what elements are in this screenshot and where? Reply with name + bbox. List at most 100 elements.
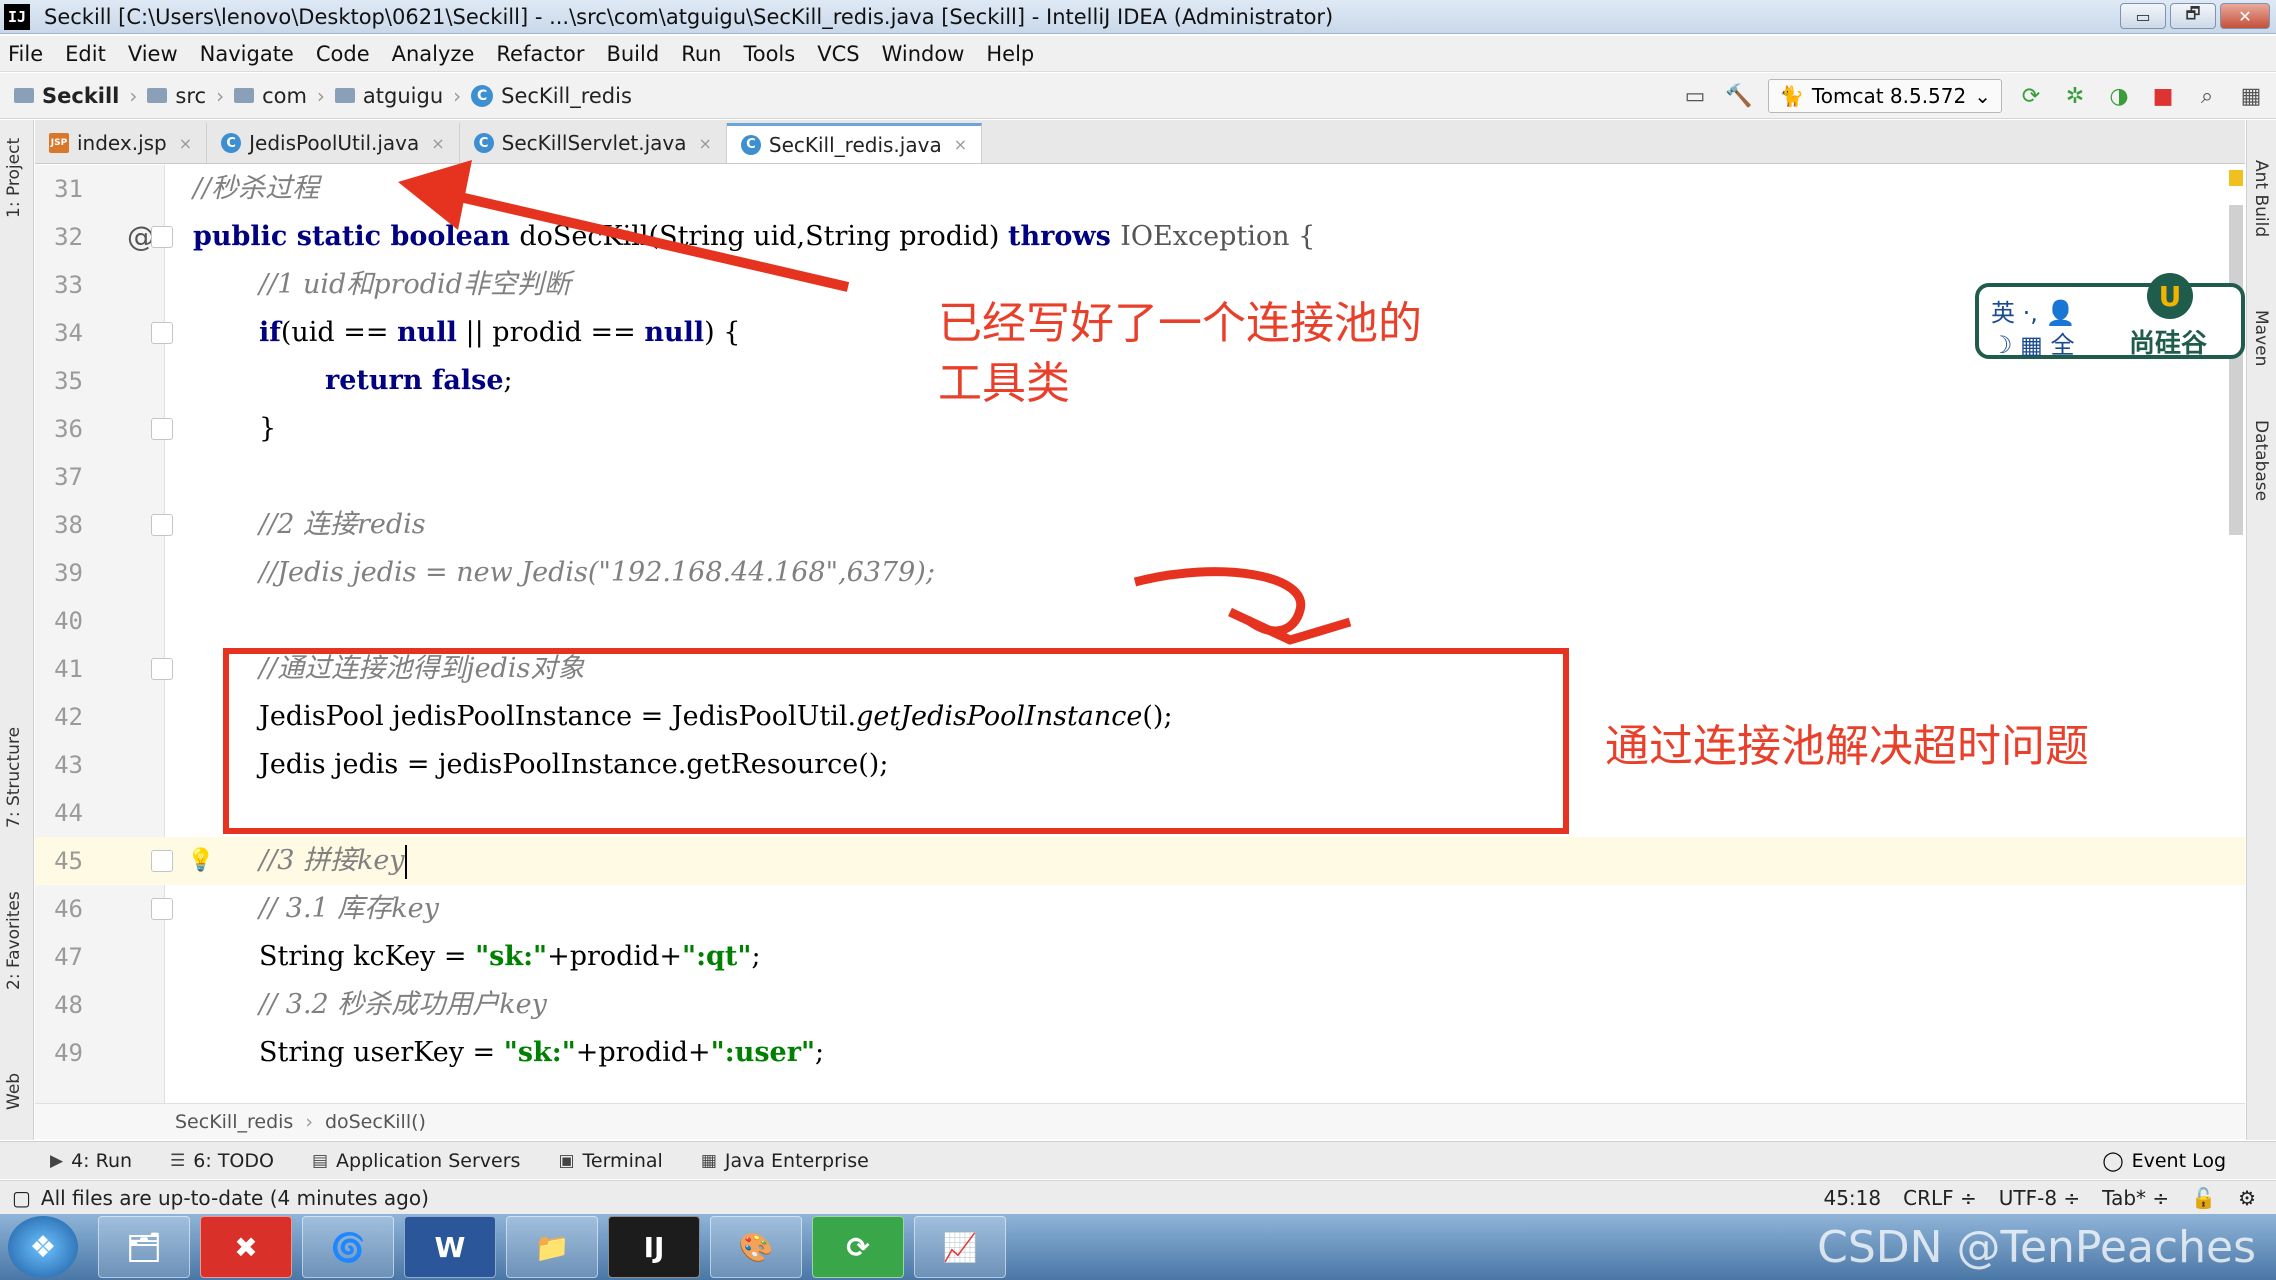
code-text: //Jedis jedis = new Jedis("192.168.44.16… [259,557,935,588]
menu-code[interactable]: Code [316,42,370,66]
tool-run[interactable]: ▶ 4: Run [50,1150,132,1172]
menu-help[interactable]: Help [986,42,1034,66]
menu-tools[interactable]: Tools [743,42,795,66]
menu-vcs[interactable]: VCS [817,42,859,66]
rerun-icon[interactable]: ⟳ [2016,81,2046,111]
fold-marker-icon[interactable] [151,418,173,440]
breadcrumb-method[interactable]: doSecKill() [325,1111,426,1133]
tab-seckill-redis[interactable]: C SecKill_redis.java × [726,123,983,163]
close-icon[interactable]: × [431,134,444,153]
tab-label: SecKillServlet.java [501,131,687,155]
taskbar-chart-icon[interactable]: 📈 [914,1216,1006,1278]
taskbar-intellij-icon[interactable]: IJ [608,1216,700,1278]
line-number: 32 [54,223,83,251]
menu-build[interactable]: Build [606,42,659,66]
close-icon[interactable]: × [179,134,192,153]
tool-todo[interactable]: ☰ 6: TODO [170,1150,274,1172]
status-message: All files are up-to-date (4 minutes ago) [40,1185,429,1210]
code-keyword: throws [1008,221,1121,252]
tool-tab-database[interactable]: Database [2251,420,2271,501]
menu-view[interactable]: View [128,42,178,66]
code-text: public static boolean doSecKill(String u… [193,213,1315,261]
status-panel-icon[interactable]: ▢ [12,1186,31,1210]
crumb-src[interactable]: src [147,84,206,108]
code-keyword: public static boolean [193,221,520,252]
close-icon[interactable]: × [954,135,967,154]
close-button[interactable]: ✕ [2220,3,2270,29]
event-log-button[interactable]: ◯ Event Log [2102,1150,2226,1172]
coverage-icon[interactable]: ◑ [2104,81,2134,111]
list-icon: ☰ [170,1150,186,1171]
line-number: 39 [54,559,83,587]
line-separator[interactable]: CRLF ÷ [1903,1186,1977,1210]
ime-toolbar[interactable]: 英 ·, 👤 ☽ ▦ 全 U 尚硅谷 [1975,273,2245,359]
build-hammer-icon[interactable]: 🔨 [1724,81,1754,111]
fold-marker-icon[interactable] [151,898,173,920]
tab-jedispoolutil[interactable]: C JedisPoolUtil.java × [207,123,460,163]
minimize-button[interactable]: ▭ [2120,3,2166,29]
lock-icon[interactable]: 🔓 [2191,1186,2216,1210]
fold-marker-icon[interactable] [151,850,173,872]
tool-terminal[interactable]: ▣ Terminal [558,1150,662,1172]
caret-position[interactable]: 45:18 [1823,1186,1881,1210]
window-title: Seckill [C:\Users\lenovo\Desktop\0621\Se… [44,4,1334,29]
tool-tab-structure[interactable]: 7: Structure [4,727,24,828]
fold-marker-icon[interactable] [151,322,173,344]
stop-icon[interactable]: ■ [2148,81,2178,111]
ime-brand: 尚硅谷 [2129,329,2208,359]
menu-edit[interactable]: Edit [65,42,106,66]
line-number: 37 [54,463,83,491]
taskbar-paint-icon[interactable]: 🎨 [710,1216,802,1278]
code-token: +prodid+ [547,941,683,972]
search-icon[interactable]: ⌕ [2192,81,2222,111]
tool-java-enterprise[interactable]: ▦ Java Enterprise [701,1150,869,1172]
run-config-select[interactable]: 🐈 Tomcat 8.5.572 ⌄ [1768,79,2002,113]
crumb-class[interactable]: C SecKill_redis [471,84,632,108]
menu-refactor[interactable]: Refactor [496,42,584,66]
crumb-atguigu[interactable]: atguigu [334,84,443,108]
editor-scrollbar[interactable] [2229,205,2243,535]
taskbar-browser-icon[interactable]: 🌀 [302,1216,394,1278]
code-keyword: null [397,317,457,348]
layout-icon[interactable]: ▭ [1680,81,1710,111]
tool-tab-maven[interactable]: Maven [2251,310,2271,366]
taskbar-xmind-icon[interactable]: ✖ [200,1216,292,1278]
menu-file[interactable]: File [8,42,43,66]
tool-tab-ant-build[interactable]: Ant Build [2251,160,2271,237]
run-icon: ▶ [50,1150,64,1171]
project-structure-icon[interactable]: ▦ [2236,81,2266,111]
taskbar-explorer-icon[interactable]: 🗂 [98,1216,190,1278]
taskbar-folder-icon[interactable]: 📁 [506,1216,598,1278]
crumb-project[interactable]: Seckill [14,84,119,108]
menu-window[interactable]: Window [882,42,965,66]
taskbar-word-icon[interactable]: W [404,1216,496,1278]
chevron-down-icon: ⌄ [1974,84,1991,108]
intention-bulb-icon[interactable]: 💡 [187,837,214,885]
menu-navigate[interactable]: Navigate [200,42,294,66]
tool-tab-favorites[interactable]: 2: Favorites [4,891,24,990]
close-icon[interactable]: × [698,134,711,153]
menu-analyze[interactable]: Analyze [392,42,475,66]
restore-button[interactable]: 🗗 [2170,3,2216,29]
file-encoding[interactable]: UTF-8 ÷ [1999,1186,2080,1210]
fold-marker-icon[interactable] [151,226,173,248]
code-token: ; [503,365,513,396]
menu-run[interactable]: Run [681,42,721,66]
debug-bug-icon[interactable]: ✲ [2060,81,2090,111]
tab-index-jsp[interactable]: JSP index.jsp × [35,123,208,163]
fold-marker-icon[interactable] [151,658,173,680]
start-button[interactable]: ❖ [8,1216,78,1278]
inspector-icon[interactable]: ⚙ [2238,1186,2256,1210]
tool-tab-project[interactable]: 1: Project [4,138,24,218]
tool-application-servers[interactable]: ▤ Application Servers [312,1150,520,1172]
tab-seckillservlet[interactable]: C SecKillServlet.java × [460,123,727,163]
breadcrumb-class[interactable]: SecKill_redis [175,1111,293,1133]
code-text: // 3.1 库存key [259,893,439,924]
tool-tab-web[interactable]: Web [4,1073,24,1110]
line-number: 46 [54,895,83,923]
taskbar-sync-icon[interactable]: ⟳ [812,1216,904,1278]
crumb-com[interactable]: com [234,84,307,108]
warning-marker[interactable] [2229,170,2243,186]
indent-setting[interactable]: Tab* ÷ [2102,1186,2169,1210]
fold-marker-icon[interactable] [151,514,173,536]
